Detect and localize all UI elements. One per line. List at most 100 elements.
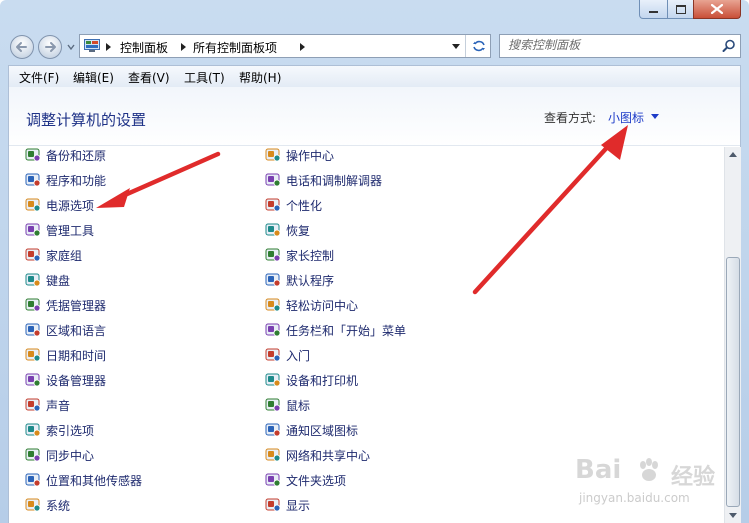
watermark-url: jingyan.baidu.com xyxy=(579,491,690,505)
system-icon xyxy=(25,498,41,512)
scroll-up-icon[interactable] xyxy=(729,152,737,157)
control-panel-item[interactable]: 入门 xyxy=(265,345,310,365)
control-panel-item-label: 电源选项 xyxy=(46,198,95,213)
control-panel-item-label: 索引选项 xyxy=(46,423,95,438)
minimize-button[interactable] xyxy=(639,0,668,19)
control-panel-item-label: 电话和调制解调器 xyxy=(286,173,383,188)
baidu-jingyan-watermark: Bai 经验 jingyan.baidu.com xyxy=(575,455,735,515)
control-panel-item[interactable]: 区域和语言 xyxy=(25,320,106,340)
personalization-icon xyxy=(265,198,281,212)
phone-modem-icon xyxy=(265,173,281,187)
control-panel-icon xyxy=(84,39,100,52)
control-panel-item-label: 家长控制 xyxy=(286,248,335,263)
control-panel-item-label: 恢复 xyxy=(286,223,311,238)
control-panel-item[interactable]: 网络和共享中心 xyxy=(265,445,370,465)
forward-button[interactable] xyxy=(38,35,62,59)
recovery-icon xyxy=(265,223,281,237)
control-panel-item[interactable]: 个性化 xyxy=(265,195,322,215)
backup-restore-icon xyxy=(25,148,41,162)
address-bar[interactable]: 控制面板 所有控制面板项 xyxy=(79,34,491,58)
maximize-button[interactable] xyxy=(667,0,694,19)
power-options-icon xyxy=(25,198,41,212)
menu-tools[interactable]: 工具(T) xyxy=(184,69,225,86)
menu-help[interactable]: 帮助(H) xyxy=(239,69,281,86)
control-panel-item-label: 轻松访问中心 xyxy=(286,298,359,313)
region-language-icon xyxy=(25,323,41,337)
view-by-dropdown[interactable]: 小图标 xyxy=(608,109,644,126)
page-title: 调整计算机的设置 xyxy=(26,111,147,129)
breadcrumb-control-panel[interactable]: 控制面板 xyxy=(120,39,168,56)
control-panel-item[interactable]: 家庭组 xyxy=(25,245,82,265)
control-panel-item[interactable]: 任务栏和「开始」菜单 xyxy=(265,320,406,340)
control-panel-item[interactable]: 文件夹选项 xyxy=(265,470,346,490)
control-panel-item[interactable]: 设备和打印机 xyxy=(265,370,358,390)
view-by-caret-icon[interactable] xyxy=(651,114,659,119)
credential-manager-icon xyxy=(25,298,41,312)
control-panel-item[interactable]: 操作中心 xyxy=(265,145,334,165)
search-input[interactable] xyxy=(508,38,708,52)
control-panel-item-label: 程序和功能 xyxy=(46,173,107,188)
menu-edit[interactable]: 编辑(E) xyxy=(73,69,114,86)
content-header: 调整计算机的设置 查看方式: 小图标 xyxy=(9,87,740,147)
control-panel-item-label: 入门 xyxy=(286,348,311,363)
menu-view[interactable]: 查看(V) xyxy=(128,69,170,86)
control-panel-item[interactable]: 声音 xyxy=(25,395,70,415)
breadcrumb-separator-icon xyxy=(300,43,305,51)
back-button[interactable] xyxy=(10,35,34,59)
control-panel-item-label: 同步中心 xyxy=(46,448,95,463)
control-panel-item[interactable]: 轻松访问中心 xyxy=(265,295,358,315)
admin-tools-icon xyxy=(25,223,41,237)
ease-of-access-icon xyxy=(265,298,281,312)
default-programs-icon xyxy=(265,273,281,287)
breadcrumb-separator-icon xyxy=(106,43,111,51)
control-panel-item-label: 声音 xyxy=(46,398,71,413)
control-panel-item-label: 凭据管理器 xyxy=(46,298,107,313)
search-icon[interactable] xyxy=(722,39,736,53)
control-panel-item[interactable]: 默认程序 xyxy=(265,270,334,290)
control-panel-item[interactable]: 备份和还原 xyxy=(25,145,106,165)
back-arrow-icon xyxy=(16,42,27,52)
control-panel-item[interactable]: 通知区域图标 xyxy=(265,420,358,440)
close-button[interactable] xyxy=(693,0,741,19)
control-panel-item[interactable]: 电源选项 xyxy=(25,195,94,215)
control-panel-item-label: 设备和打印机 xyxy=(286,373,359,388)
address-dropdown-icon[interactable] xyxy=(452,44,460,49)
control-panel-item-label: 通知区域图标 xyxy=(286,423,359,438)
control-panel-item-label: 鼠标 xyxy=(286,398,311,413)
control-panel-item-label: 网络和共享中心 xyxy=(286,448,371,463)
maximize-icon xyxy=(675,4,686,14)
control-panel-item[interactable]: 程序和功能 xyxy=(25,170,106,190)
control-panel-item[interactable]: 家长控制 xyxy=(265,245,334,265)
date-time-icon xyxy=(25,348,41,362)
control-panel-item[interactable]: 日期和时间 xyxy=(25,345,106,365)
control-panel-item[interactable]: 管理工具 xyxy=(25,220,94,240)
breadcrumb-separator-icon xyxy=(181,43,186,51)
device-manager-icon xyxy=(25,373,41,387)
recent-pages-chevron-icon[interactable] xyxy=(66,42,76,52)
control-panel-item[interactable]: 同步中心 xyxy=(25,445,94,465)
control-panel-item[interactable]: 设备管理器 xyxy=(25,370,106,390)
control-panel-item[interactable]: 凭据管理器 xyxy=(25,295,106,315)
parental-controls-icon xyxy=(265,248,281,262)
refresh-icon[interactable] xyxy=(471,38,487,54)
homegroup-icon xyxy=(25,248,41,262)
control-panel-item-label: 显示 xyxy=(286,498,311,513)
devices-printers-icon xyxy=(265,373,281,387)
control-panel-item[interactable]: 恢复 xyxy=(265,220,310,240)
control-panel-item[interactable]: 电话和调制解调器 xyxy=(265,170,382,190)
menu-bar: 文件(F) 编辑(E) 查看(V) 工具(T) 帮助(H) xyxy=(8,65,741,87)
control-panel-item[interactable]: 系统 xyxy=(25,495,70,515)
control-panel-item[interactable]: 键盘 xyxy=(25,270,70,290)
control-panel-item[interactable]: 鼠标 xyxy=(265,395,310,415)
control-panel-item[interactable]: 显示 xyxy=(265,495,310,515)
breadcrumb-all-items[interactable]: 所有控制面板项 xyxy=(193,39,277,56)
control-panel-item[interactable]: 索引选项 xyxy=(25,420,94,440)
control-panel-item-label: 操作中心 xyxy=(286,148,335,163)
paw-logo-icon xyxy=(640,458,658,481)
search-box[interactable] xyxy=(499,34,741,58)
keyboard-icon xyxy=(25,273,41,287)
control-panel-item-label: 位置和其他传感器 xyxy=(46,473,143,488)
watermark-text: 经验 xyxy=(671,465,716,490)
menu-file[interactable]: 文件(F) xyxy=(19,69,59,86)
control-panel-item[interactable]: 位置和其他传感器 xyxy=(25,470,142,490)
